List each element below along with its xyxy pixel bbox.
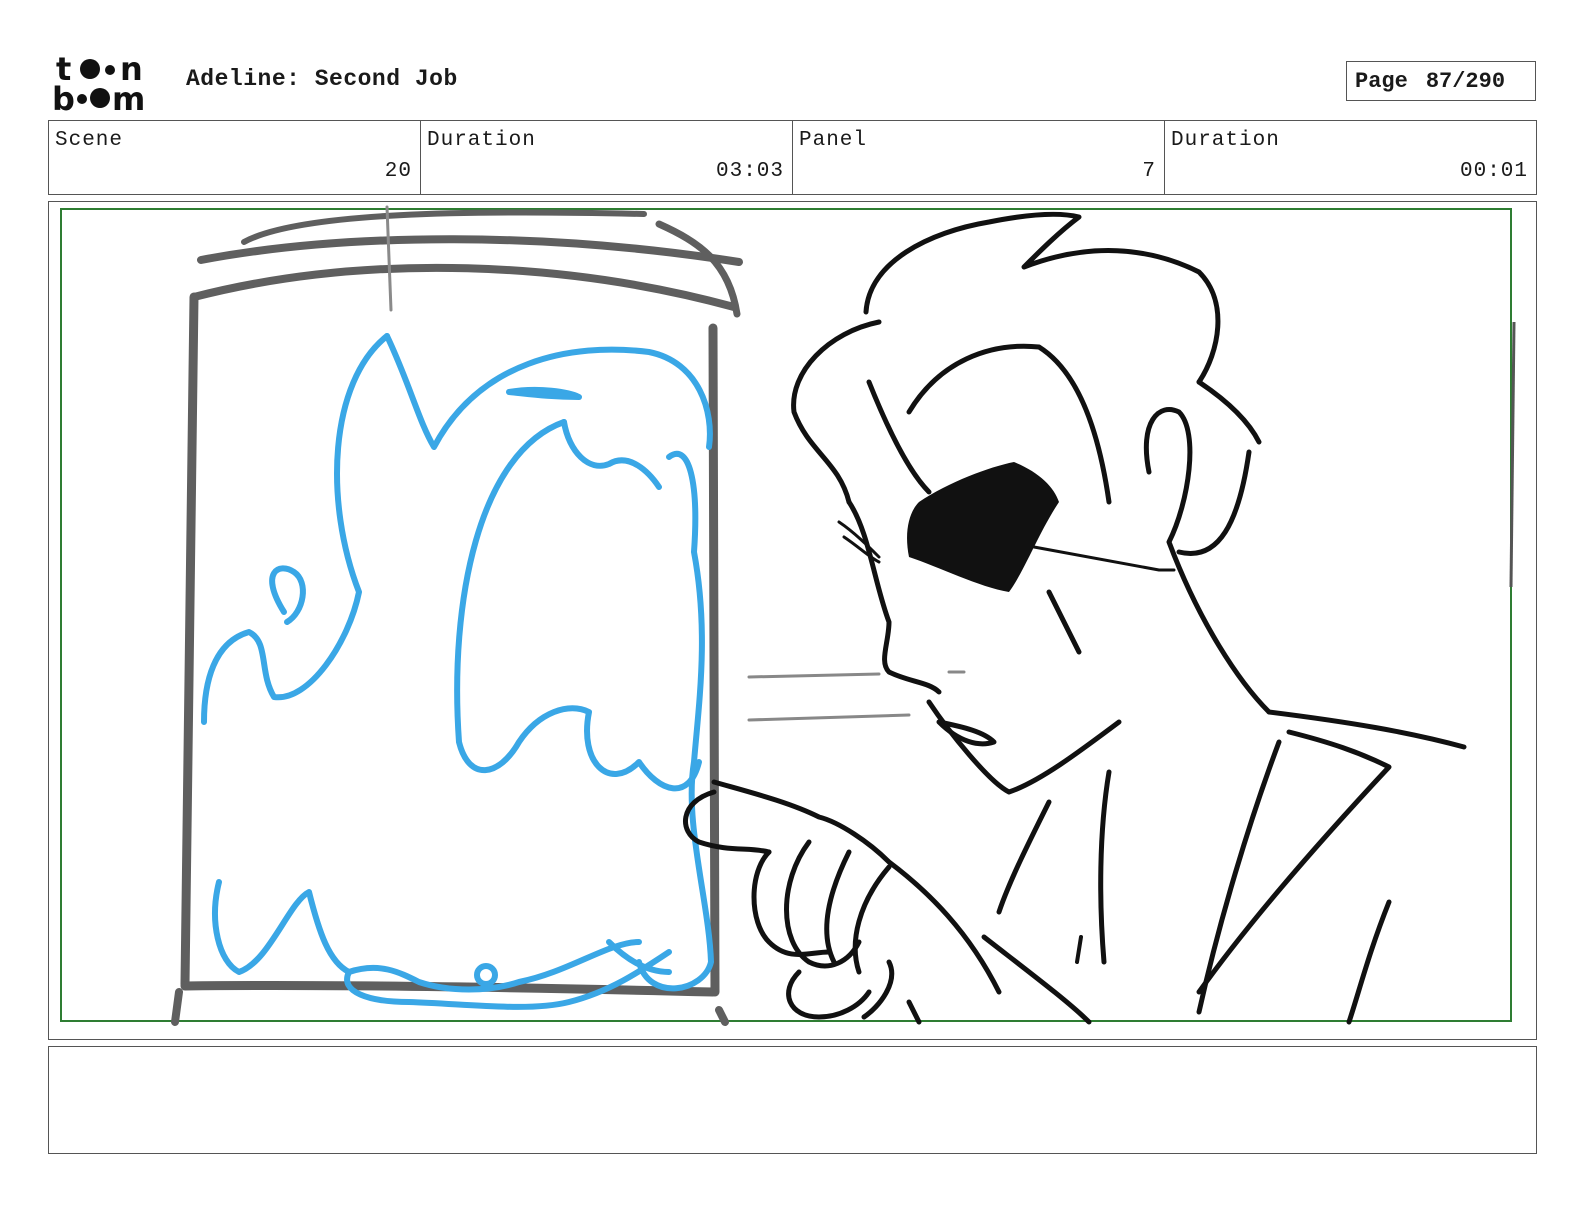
speed-lines [747,670,966,722]
scene-duration-cell: Duration 03:03 [421,121,793,194]
panel-drawing [60,205,1516,1026]
scene-cell: Scene 20 [49,121,421,194]
panel-info-row: Scene 20 Duration 03:03 Panel 7 Duration… [48,120,1537,195]
page-label: Page [1355,68,1408,94]
panel-label: Panel [799,129,868,152]
panel-duration-label: Duration [1171,129,1280,152]
scene-duration-label: Duration [427,129,536,152]
panel-cell: Panel 7 [793,121,1165,194]
scene-value: 20 [384,160,412,183]
eye-patch [907,462,1059,592]
storyboard-panel [48,201,1537,1040]
slime-sketch [201,333,714,1010]
character-sketch [683,211,1467,1025]
scene-label: Scene [55,129,124,152]
panel-duration-cell: Duration 00:01 [1165,121,1536,194]
project-title: Adeline: Second Job [186,66,458,92]
toon-boom-logo: t n b m [52,52,145,114]
svg-text:b: b [52,80,75,114]
panel-duration-value: 00:01 [1459,160,1528,183]
panel-notes[interactable] [48,1046,1537,1154]
page-number: 87/290 [1425,68,1506,94]
page-indicator: Page 87/290 [1346,61,1536,101]
panel-value: 7 [1142,160,1156,183]
tank-sketch [171,205,743,1026]
svg-text:m: m [112,80,145,114]
scene-duration-value: 03:03 [715,160,784,183]
